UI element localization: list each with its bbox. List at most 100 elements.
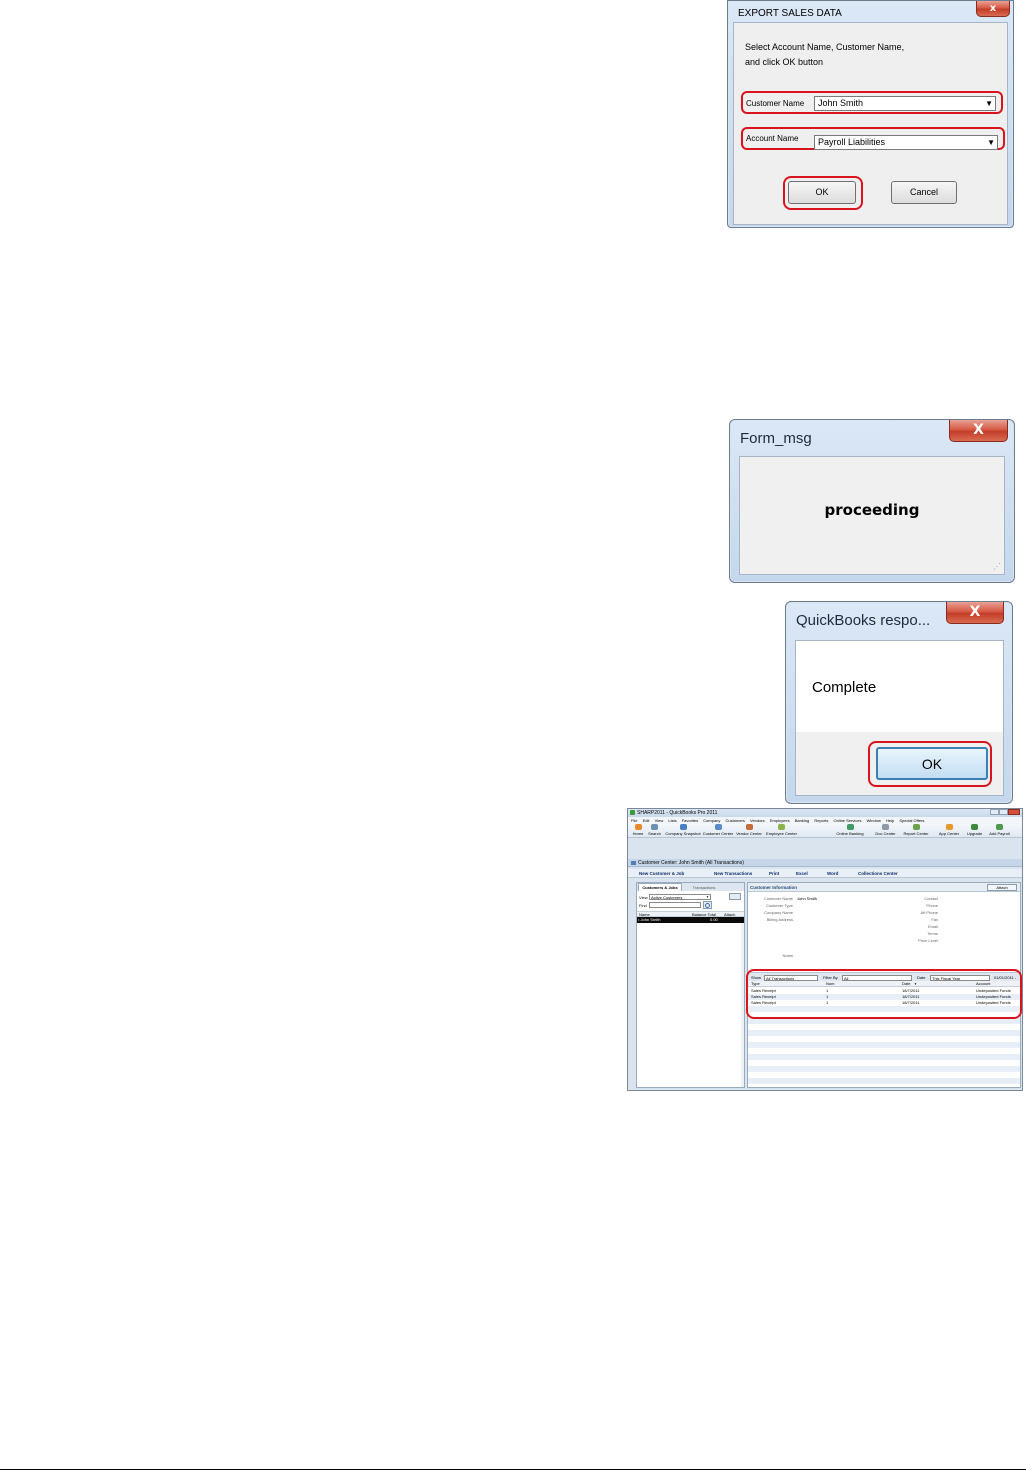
find-input[interactable] (649, 902, 701, 908)
toolbar-company-snapshot[interactable]: Company Snapshot (665, 824, 701, 836)
info-left-label-4: Billing Address (766, 917, 793, 922)
word-button[interactable]: Word (827, 869, 838, 878)
qb-window-title: SHARP2011 - QuickBooks Pro 2011 (637, 810, 718, 816)
employee-icon (778, 824, 785, 830)
customer-name-label: Customer Name (746, 99, 805, 108)
close-icon[interactable]: X (946, 602, 1004, 624)
close-icon[interactable]: x (976, 1, 1010, 17)
close-icon[interactable]: X (949, 420, 1008, 442)
toolbar-search[interactable]: Search (647, 824, 662, 836)
toolbar-app-center[interactable]: App Center (935, 824, 963, 836)
menu-banking[interactable]: Banking (795, 818, 809, 823)
document-icon (882, 824, 889, 830)
customer-list-row[interactable]: • John Smith 0.00 (637, 917, 744, 923)
search-icon (705, 903, 710, 908)
attach-button[interactable]: Attach (987, 884, 1017, 891)
vendor-icon (745, 824, 753, 830)
info-left-label-2: Customer Type (765, 903, 793, 908)
qb-response-body: Complete OK (795, 640, 1004, 796)
cancel-button[interactable]: Cancel (891, 181, 957, 204)
customer-info-title: Customer Information (750, 885, 798, 890)
menu-customers[interactable]: Customers (726, 818, 745, 823)
instruction-line-1: Select Account Name, Customer Name, (745, 42, 905, 52)
ok-button[interactable]: OK (788, 181, 856, 204)
toolbar-report-center[interactable]: Report Center (900, 824, 932, 836)
print-button[interactable]: Print (769, 869, 779, 878)
info-left-label-3: Company Name (764, 910, 793, 915)
menu-favorites[interactable]: Favorites (682, 818, 698, 823)
view-select[interactable]: Active Customers ▼ (649, 894, 711, 900)
maximize-icon[interactable] (999, 809, 1008, 815)
window-controls (990, 809, 1020, 816)
list-scrollbar[interactable] (741, 923, 744, 1087)
close-icon[interactable] (1008, 809, 1020, 815)
instruction-line-2: and click OK button (745, 57, 824, 67)
new-customer-job-button[interactable]: New Customer & Job (639, 869, 684, 878)
upgrade-icon (971, 824, 978, 830)
home-icon (634, 824, 642, 830)
menu-edit[interactable]: Edit (643, 818, 650, 823)
menu-view[interactable]: View (655, 818, 664, 823)
search-icon (651, 824, 658, 830)
toolbar-add-payroll[interactable]: Add Payroll (986, 824, 1013, 836)
menu-special-offers[interactable]: Special Offers (899, 818, 924, 823)
menu-vendors[interactable]: Vendors (750, 818, 765, 823)
account-name-select[interactable]: Payroll Liabilities ▼ (814, 135, 998, 150)
menu-file[interactable]: File (631, 818, 637, 823)
toolbar-online-banking[interactable]: Online Banking (833, 824, 867, 836)
left-tabs: Customers & Jobs Transactions (637, 883, 744, 891)
notes-label: Notes (782, 953, 793, 958)
export-dialog-title: EXPORT SALES DATA (738, 8, 842, 19)
toolbar-home[interactable]: Home (631, 824, 645, 836)
account-name-value: Payroll Liabilities (818, 137, 886, 147)
page-footer-rule (0, 1469, 1026, 1470)
menu-company[interactable]: Company (703, 818, 720, 823)
find-button[interactable] (703, 901, 712, 909)
info-right-label-4: Fax (931, 917, 938, 922)
quickbooks-window: SHARP2011 - QuickBooks Pro 2011 File Edi… (627, 808, 1023, 1091)
customer-icon (714, 824, 722, 830)
info-right-label-6: Terms (927, 931, 938, 936)
banking-icon (846, 824, 854, 830)
account-name-label: Account Name (746, 134, 799, 143)
toolbar-customer-center[interactable]: Customer Center (702, 824, 734, 836)
qb-icon-toolbar: Home Search Company Snapshot Customer Ce… (628, 824, 1022, 838)
minimize-icon[interactable] (990, 809, 999, 815)
toolbar-employee-center[interactable]: Employee Center (764, 824, 799, 836)
ok-button[interactable]: OK (876, 747, 988, 780)
customer-center-title-bar: Customer Center: John Smith (All Transac… (628, 859, 1022, 867)
chevron-down-icon: ▼ (985, 99, 993, 108)
menu-lists[interactable]: Lists (668, 818, 676, 823)
toolbar-upgrade[interactable]: Upgrade (964, 824, 985, 836)
menu-employees[interactable]: Employees (770, 818, 790, 823)
qb-response-dialog: QuickBooks respo... X Complete OK (785, 601, 1013, 804)
qb-menu-bar: File Edit View Lists Favorites Company C… (628, 817, 1022, 824)
excel-button[interactable]: Excel (796, 869, 808, 878)
customer-name-value: John Smith (797, 896, 818, 901)
qb-title-bar: SHARP2011 - QuickBooks Pro 2011 (628, 809, 1022, 817)
menu-help[interactable]: Help (886, 818, 894, 823)
info-right-label-3: Alt Phone (920, 910, 938, 915)
export-sales-dialog: EXPORT SALES DATA x Select Account Name,… (727, 0, 1014, 228)
customer-center-icon (631, 861, 636, 865)
info-right-label-7: Price Level (918, 938, 938, 943)
tab-transactions[interactable]: Transactions (684, 884, 724, 891)
attach-label: Attach (996, 885, 1008, 890)
menu-online-services[interactable]: Online Services (833, 818, 861, 823)
collections-center-button[interactable]: Collections Center (858, 869, 898, 878)
new-transactions-button[interactable]: New Transactions (714, 869, 752, 878)
customer-center-title: Customer Center: John Smith (All Transac… (638, 860, 744, 866)
info-right-label-2: Phone (926, 903, 938, 908)
customer-name-select[interactable]: John Smith ▼ (814, 96, 996, 111)
toolbar-vendor-center[interactable]: Vendor Center (735, 824, 763, 836)
toolbar-doc-center[interactable]: Doc Center (873, 824, 898, 836)
resize-grip-icon[interactable]: ⋰ (993, 562, 1001, 571)
find-label: Find (639, 903, 647, 908)
view-options-button[interactable] (729, 893, 741, 900)
customer-name-value: John Smith (818, 98, 864, 108)
info-right-label-5: Email (927, 924, 938, 929)
tab-customers-jobs[interactable]: Customers & Jobs (638, 883, 682, 891)
menu-window[interactable]: Window (867, 818, 881, 823)
qb-response-title: QuickBooks respo... (796, 612, 931, 629)
menu-reports[interactable]: Reports (814, 818, 828, 823)
